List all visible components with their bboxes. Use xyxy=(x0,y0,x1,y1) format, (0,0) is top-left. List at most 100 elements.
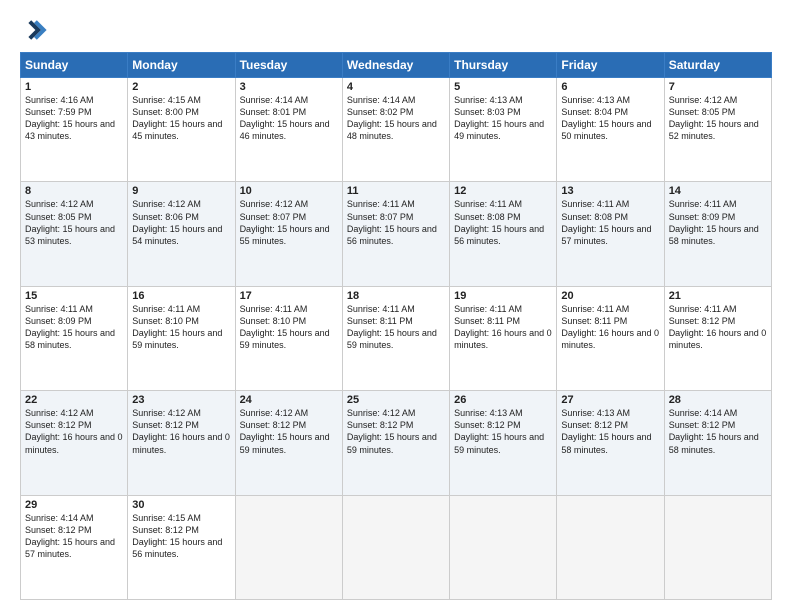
cell-info: Sunrise: 4:12 AMSunset: 8:12 PMDaylight:… xyxy=(347,407,445,456)
cell-info: Sunrise: 4:11 AMSunset: 8:08 PMDaylight:… xyxy=(561,198,659,247)
day-number: 11 xyxy=(347,185,445,197)
calendar-cell: 26Sunrise: 4:13 AMSunset: 8:12 PMDayligh… xyxy=(450,391,557,495)
cell-info: Sunrise: 4:14 AMSunset: 8:01 PMDaylight:… xyxy=(240,94,338,143)
day-number: 27 xyxy=(561,394,659,406)
cell-info: Sunrise: 4:15 AMSunset: 8:12 PMDaylight:… xyxy=(132,512,230,561)
cell-info: Sunrise: 4:14 AMSunset: 8:12 PMDaylight:… xyxy=(25,512,123,561)
logo xyxy=(20,16,52,44)
cell-info: Sunrise: 4:12 AMSunset: 8:07 PMDaylight:… xyxy=(240,198,338,247)
day-number: 16 xyxy=(132,290,230,302)
cell-info: Sunrise: 4:11 AMSunset: 8:09 PMDaylight:… xyxy=(669,198,767,247)
cell-info: Sunrise: 4:12 AMSunset: 8:05 PMDaylight:… xyxy=(25,198,123,247)
cell-info: Sunrise: 4:11 AMSunset: 8:12 PMDaylight:… xyxy=(669,303,767,352)
day-number: 8 xyxy=(25,185,123,197)
calendar-cell: 25Sunrise: 4:12 AMSunset: 8:12 PMDayligh… xyxy=(342,391,449,495)
calendar-cell xyxy=(235,495,342,599)
day-number: 28 xyxy=(669,394,767,406)
weekday-header-friday: Friday xyxy=(557,53,664,78)
day-number: 6 xyxy=(561,81,659,93)
cell-info: Sunrise: 4:13 AMSunset: 8:03 PMDaylight:… xyxy=(454,94,552,143)
logo-icon xyxy=(20,16,48,44)
day-number: 19 xyxy=(454,290,552,302)
cell-info: Sunrise: 4:11 AMSunset: 8:10 PMDaylight:… xyxy=(132,303,230,352)
cell-info: Sunrise: 4:13 AMSunset: 8:04 PMDaylight:… xyxy=(561,94,659,143)
calendar-cell xyxy=(342,495,449,599)
calendar-cell: 27Sunrise: 4:13 AMSunset: 8:12 PMDayligh… xyxy=(557,391,664,495)
calendar-cell: 11Sunrise: 4:11 AMSunset: 8:07 PMDayligh… xyxy=(342,182,449,286)
cell-info: Sunrise: 4:11 AMSunset: 8:11 PMDaylight:… xyxy=(347,303,445,352)
day-number: 13 xyxy=(561,185,659,197)
calendar-cell: 19Sunrise: 4:11 AMSunset: 8:11 PMDayligh… xyxy=(450,286,557,390)
calendar-table: SundayMondayTuesdayWednesdayThursdayFrid… xyxy=(20,52,772,600)
calendar-cell: 28Sunrise: 4:14 AMSunset: 8:12 PMDayligh… xyxy=(664,391,771,495)
day-number: 3 xyxy=(240,81,338,93)
cell-info: Sunrise: 4:12 AMSunset: 8:06 PMDaylight:… xyxy=(132,198,230,247)
weekday-header-tuesday: Tuesday xyxy=(235,53,342,78)
calendar-cell xyxy=(664,495,771,599)
calendar-cell: 23Sunrise: 4:12 AMSunset: 8:12 PMDayligh… xyxy=(128,391,235,495)
header xyxy=(20,16,772,44)
calendar-cell: 8Sunrise: 4:12 AMSunset: 8:05 PMDaylight… xyxy=(21,182,128,286)
cell-info: Sunrise: 4:14 AMSunset: 8:12 PMDaylight:… xyxy=(669,407,767,456)
calendar-cell: 12Sunrise: 4:11 AMSunset: 8:08 PMDayligh… xyxy=(450,182,557,286)
calendar-cell xyxy=(557,495,664,599)
calendar-cell: 3Sunrise: 4:14 AMSunset: 8:01 PMDaylight… xyxy=(235,78,342,182)
calendar-cell: 21Sunrise: 4:11 AMSunset: 8:12 PMDayligh… xyxy=(664,286,771,390)
day-number: 20 xyxy=(561,290,659,302)
calendar-cell: 29Sunrise: 4:14 AMSunset: 8:12 PMDayligh… xyxy=(21,495,128,599)
day-number: 21 xyxy=(669,290,767,302)
cell-info: Sunrise: 4:11 AMSunset: 8:11 PMDaylight:… xyxy=(454,303,552,352)
calendar-cell: 15Sunrise: 4:11 AMSunset: 8:09 PMDayligh… xyxy=(21,286,128,390)
calendar-cell: 24Sunrise: 4:12 AMSunset: 8:12 PMDayligh… xyxy=(235,391,342,495)
day-number: 4 xyxy=(347,81,445,93)
page: SundayMondayTuesdayWednesdayThursdayFrid… xyxy=(0,0,792,612)
day-number: 12 xyxy=(454,185,552,197)
cell-info: Sunrise: 4:11 AMSunset: 8:08 PMDaylight:… xyxy=(454,198,552,247)
calendar-cell: 10Sunrise: 4:12 AMSunset: 8:07 PMDayligh… xyxy=(235,182,342,286)
calendar-cell: 13Sunrise: 4:11 AMSunset: 8:08 PMDayligh… xyxy=(557,182,664,286)
calendar-cell: 17Sunrise: 4:11 AMSunset: 8:10 PMDayligh… xyxy=(235,286,342,390)
calendar-cell: 7Sunrise: 4:12 AMSunset: 8:05 PMDaylight… xyxy=(664,78,771,182)
weekday-header-thursday: Thursday xyxy=(450,53,557,78)
day-number: 15 xyxy=(25,290,123,302)
day-number: 9 xyxy=(132,185,230,197)
day-number: 29 xyxy=(25,499,123,511)
cell-info: Sunrise: 4:13 AMSunset: 8:12 PMDaylight:… xyxy=(454,407,552,456)
calendar-cell: 22Sunrise: 4:12 AMSunset: 8:12 PMDayligh… xyxy=(21,391,128,495)
cell-info: Sunrise: 4:12 AMSunset: 8:05 PMDaylight:… xyxy=(669,94,767,143)
cell-info: Sunrise: 4:11 AMSunset: 8:07 PMDaylight:… xyxy=(347,198,445,247)
calendar-cell: 20Sunrise: 4:11 AMSunset: 8:11 PMDayligh… xyxy=(557,286,664,390)
day-number: 7 xyxy=(669,81,767,93)
calendar-cell: 16Sunrise: 4:11 AMSunset: 8:10 PMDayligh… xyxy=(128,286,235,390)
cell-info: Sunrise: 4:11 AMSunset: 8:11 PMDaylight:… xyxy=(561,303,659,352)
day-number: 17 xyxy=(240,290,338,302)
cell-info: Sunrise: 4:12 AMSunset: 8:12 PMDaylight:… xyxy=(240,407,338,456)
cell-info: Sunrise: 4:12 AMSunset: 8:12 PMDaylight:… xyxy=(25,407,123,456)
day-number: 18 xyxy=(347,290,445,302)
weekday-header-monday: Monday xyxy=(128,53,235,78)
cell-info: Sunrise: 4:13 AMSunset: 8:12 PMDaylight:… xyxy=(561,407,659,456)
day-number: 1 xyxy=(25,81,123,93)
cell-info: Sunrise: 4:16 AMSunset: 7:59 PMDaylight:… xyxy=(25,94,123,143)
calendar-cell: 9Sunrise: 4:12 AMSunset: 8:06 PMDaylight… xyxy=(128,182,235,286)
weekday-header-wednesday: Wednesday xyxy=(342,53,449,78)
calendar-cell: 5Sunrise: 4:13 AMSunset: 8:03 PMDaylight… xyxy=(450,78,557,182)
calendar-cell: 30Sunrise: 4:15 AMSunset: 8:12 PMDayligh… xyxy=(128,495,235,599)
calendar-cell xyxy=(450,495,557,599)
calendar-cell: 1Sunrise: 4:16 AMSunset: 7:59 PMDaylight… xyxy=(21,78,128,182)
calendar-cell: 2Sunrise: 4:15 AMSunset: 8:00 PMDaylight… xyxy=(128,78,235,182)
calendar-cell: 6Sunrise: 4:13 AMSunset: 8:04 PMDaylight… xyxy=(557,78,664,182)
day-number: 24 xyxy=(240,394,338,406)
day-number: 22 xyxy=(25,394,123,406)
calendar-cell: 18Sunrise: 4:11 AMSunset: 8:11 PMDayligh… xyxy=(342,286,449,390)
day-number: 30 xyxy=(132,499,230,511)
cell-info: Sunrise: 4:14 AMSunset: 8:02 PMDaylight:… xyxy=(347,94,445,143)
calendar-cell: 14Sunrise: 4:11 AMSunset: 8:09 PMDayligh… xyxy=(664,182,771,286)
day-number: 25 xyxy=(347,394,445,406)
day-number: 26 xyxy=(454,394,552,406)
day-number: 2 xyxy=(132,81,230,93)
cell-info: Sunrise: 4:11 AMSunset: 8:10 PMDaylight:… xyxy=(240,303,338,352)
day-number: 23 xyxy=(132,394,230,406)
weekday-header-saturday: Saturday xyxy=(664,53,771,78)
day-number: 5 xyxy=(454,81,552,93)
